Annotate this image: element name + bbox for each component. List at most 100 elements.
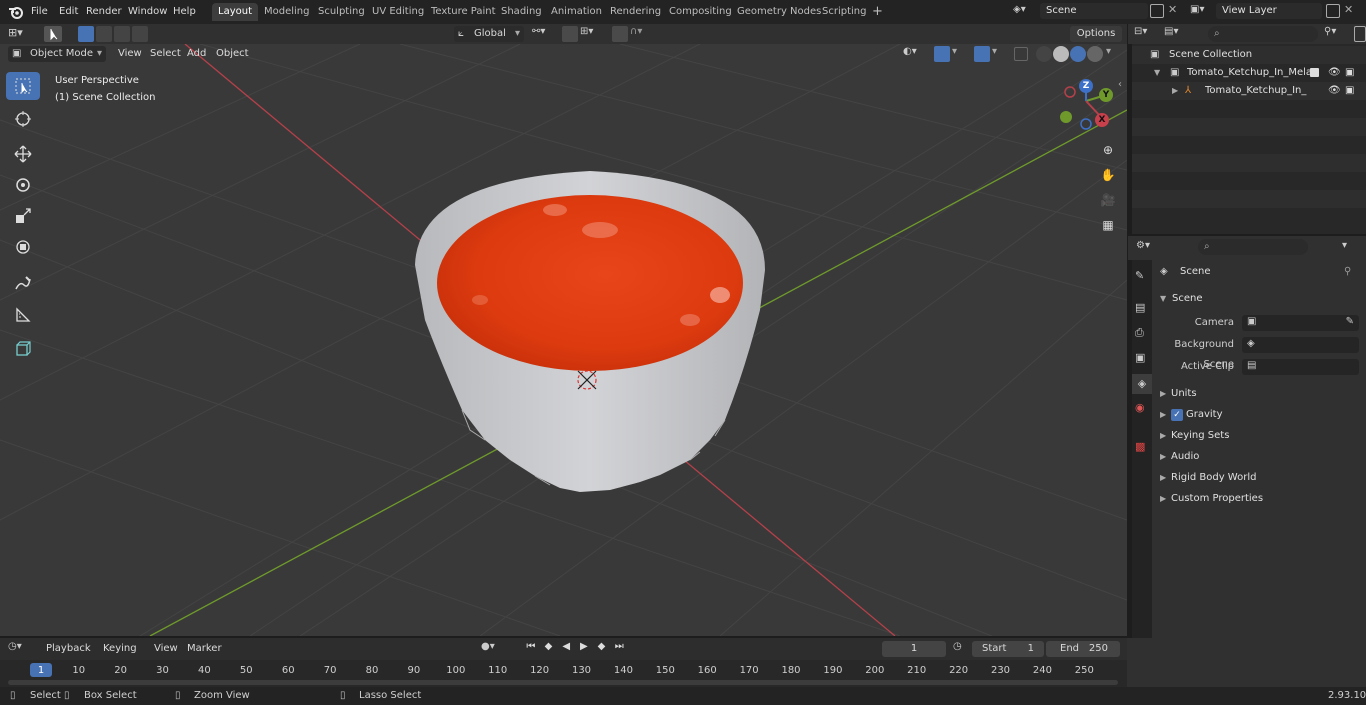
gravity-panel-header[interactable]: ▶ ✓ Gravity xyxy=(1158,406,1358,424)
units-panel-header[interactable]: ▶ Units xyxy=(1158,385,1358,403)
menu-help[interactable]: Help xyxy=(173,0,196,24)
zoom-icon[interactable]: ⊕ xyxy=(1098,143,1118,163)
output-tab-icon[interactable]: ⎙ xyxy=(1135,326,1144,340)
eye-icon[interactable]: 👁 xyxy=(1328,64,1341,82)
menu-window[interactable]: Window xyxy=(128,0,167,24)
editor-type-icon[interactable]: ⊞▾ xyxy=(8,26,36,42)
tab-uv-editing[interactable]: UV Editing xyxy=(366,3,430,21)
gizmo-z-axis[interactable]: Z xyxy=(1079,79,1093,93)
tab-scripting[interactable]: Scripting xyxy=(816,3,872,21)
new-collection-icon[interactable] xyxy=(1354,26,1366,42)
camera-render-icon[interactable]: ▣ xyxy=(1345,82,1354,100)
gizmo-toggle-icon[interactable] xyxy=(934,46,950,62)
texture-tab-icon[interactable]: ▩ xyxy=(1135,440,1145,453)
transform-orientation-dropdown[interactable]: ⟀ Global ▾ xyxy=(454,26,524,42)
transform-tool[interactable] xyxy=(6,233,40,261)
auto-keying-icon[interactable]: ●▾ xyxy=(481,641,515,657)
object-mode-dropdown[interactable]: ▣ Object Mode ▾ xyxy=(8,46,106,62)
chevron-down-icon[interactable]: ▾ xyxy=(952,46,964,62)
outliner-search-input[interactable]: ⌕ xyxy=(1208,26,1318,42)
snap-icon[interactable] xyxy=(562,26,578,42)
chevron-down-icon[interactable]: ▾ xyxy=(1106,46,1118,62)
gizmo-y-axis[interactable]: Y xyxy=(1099,88,1113,102)
tab-sculpting[interactable]: Sculpting xyxy=(312,3,371,21)
menu-keying[interactable]: Keying xyxy=(103,639,137,659)
camera-view-icon[interactable]: 🎥 xyxy=(1098,193,1118,213)
jump-start-icon[interactable]: ⏮ xyxy=(523,641,539,657)
cursor-tool[interactable] xyxy=(6,105,40,133)
rotate-tool[interactable] xyxy=(6,171,40,199)
rigid-body-world-panel-header[interactable]: ▶ Rigid Body World xyxy=(1158,469,1358,487)
clock-icon[interactable]: ◷ xyxy=(953,641,969,657)
jump-end-icon[interactable]: ⏭ xyxy=(611,641,627,657)
measure-tool[interactable] xyxy=(6,301,40,329)
eye-icon[interactable]: 👁 xyxy=(1328,82,1341,100)
display-mode-icon[interactable]: ▤▾ xyxy=(1164,26,1190,42)
camera-field[interactable]: ▣ ✎ xyxy=(1242,315,1359,331)
eyedropper-icon[interactable]: ✎ xyxy=(1346,316,1354,327)
timeline-ruler[interactable]: 1 10 20 30 40 50 60 70 80 90 100 110 120 130 140 150 160… xyxy=(0,660,1127,688)
add-cube-tool[interactable] xyxy=(6,335,40,363)
jump-keyframe-back-icon[interactable]: ◆ xyxy=(541,641,557,657)
tab-rendering[interactable]: Rendering xyxy=(604,3,667,21)
custom-properties-panel-header[interactable]: ▶ Custom Properties xyxy=(1158,490,1358,508)
play-reverse-icon[interactable]: ◀ xyxy=(558,641,574,657)
material-preview-icon[interactable] xyxy=(1070,46,1086,62)
tab-modeling[interactable]: Modeling xyxy=(258,3,316,21)
background-scene-field[interactable]: ◈ xyxy=(1242,337,1359,353)
wireframe-shading-icon[interactable] xyxy=(1036,46,1052,62)
menu-render[interactable]: Render xyxy=(86,0,122,24)
proportional-edit-icon[interactable] xyxy=(612,26,628,42)
gizmo-x-axis[interactable]: X xyxy=(1095,113,1109,127)
chevron-down-icon[interactable]: ▾ xyxy=(1342,240,1358,256)
chevron-right-icon[interactable]: ▶ xyxy=(1172,82,1178,100)
menu-playback[interactable]: Playback xyxy=(46,639,91,659)
delete-view-layer-icon[interactable]: ✕ xyxy=(1344,3,1356,19)
active-clip-field[interactable]: ▤ xyxy=(1242,359,1359,375)
tool-tab-icon[interactable]: ✎ xyxy=(1135,269,1144,282)
blender-logo-icon[interactable] xyxy=(8,4,24,20)
select-extend-icon[interactable] xyxy=(96,26,112,42)
menu-add[interactable]: Add xyxy=(187,44,206,64)
visibility-icon[interactable]: ◐▾ xyxy=(903,46,929,62)
pan-hand-icon[interactable]: ✋ xyxy=(1098,168,1118,188)
tab-texture-paint[interactable]: Texture Paint xyxy=(425,3,502,21)
new-view-layer-icon[interactable] xyxy=(1326,4,1340,18)
timeline-editor-type-icon[interactable]: ◷▾ xyxy=(8,641,34,657)
select-new-icon[interactable] xyxy=(78,26,94,42)
keying-sets-panel-header[interactable]: ▶ Keying Sets xyxy=(1158,427,1358,445)
gravity-checkbox[interactable]: ✓ xyxy=(1171,409,1183,421)
timeline-scrollbar[interactable] xyxy=(8,680,1118,685)
menu-view[interactable]: View xyxy=(118,44,142,64)
chevron-down-icon[interactable]: ▾ xyxy=(992,46,1004,62)
tab-shading[interactable]: Shading xyxy=(495,3,548,21)
tab-compositing[interactable]: Compositing xyxy=(663,3,738,21)
select-tool-mode-icon[interactable] xyxy=(44,26,62,42)
add-workspace-button[interactable]: + xyxy=(866,3,889,21)
proportional-falloff-icon[interactable]: ∩▾ xyxy=(630,26,656,42)
play-icon[interactable]: ▶ xyxy=(576,641,592,657)
jump-keyframe-forward-icon[interactable]: ◆ xyxy=(594,641,610,657)
outliner-scene-collection[interactable]: ▣ Scene Collection xyxy=(1132,46,1366,64)
select-subtract-icon[interactable] xyxy=(114,26,130,42)
perspective-toggle-icon[interactable]: ▦ xyxy=(1098,218,1118,238)
properties-editor-type-icon[interactable]: ⚙▾ xyxy=(1136,240,1162,256)
outliner-item-object[interactable]: ▶ ⅄ Tomato_Ketchup_In_Mela 👁 ▣ xyxy=(1132,82,1366,100)
select-intersect-icon[interactable] xyxy=(132,26,148,42)
scene-panel-header[interactable]: ▼ Scene xyxy=(1158,290,1358,308)
tab-layout[interactable]: Layout xyxy=(212,3,258,21)
outliner-item-collection[interactable]: ▼ ▣ Tomato_Ketchup_In_Melamine 👁 ▣ xyxy=(1132,64,1366,82)
xray-toggle-icon[interactable] xyxy=(1014,47,1028,61)
menu-timeline-view[interactable]: View xyxy=(154,639,178,659)
view-layer-tab-icon[interactable]: ▣ xyxy=(1135,351,1145,364)
sidebar-toggle-icon[interactable]: ‹ xyxy=(1118,79,1127,93)
pivot-point-icon[interactable]: ⚯▾ xyxy=(532,26,556,42)
overlays-toggle-icon[interactable] xyxy=(974,46,990,62)
end-frame-field[interactable]: End 250 xyxy=(1046,641,1120,657)
menu-select[interactable]: Select xyxy=(150,44,181,64)
scene-tab-icon[interactable]: ◈ xyxy=(1132,374,1152,394)
rendered-shading-icon[interactable] xyxy=(1087,46,1103,62)
chevron-down-icon[interactable]: ▼ xyxy=(1154,64,1160,82)
delete-scene-icon[interactable]: ✕ xyxy=(1168,3,1180,19)
view-layer-browse-icon[interactable]: ▣▾ xyxy=(1190,4,1214,20)
